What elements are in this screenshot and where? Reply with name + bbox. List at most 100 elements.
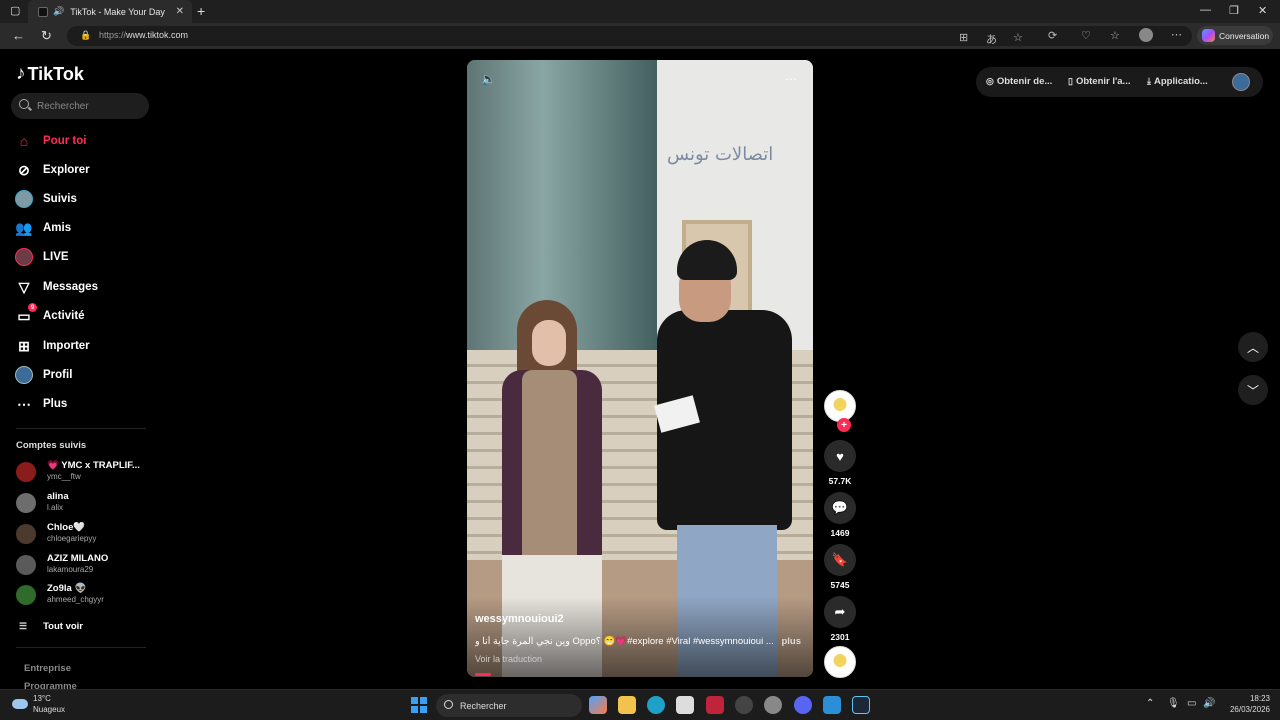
music-disc-avatar[interactable] xyxy=(824,646,856,678)
system-clock[interactable]: 18:23 26/03/2026 xyxy=(1212,694,1270,714)
nav-live[interactable]: LIVE xyxy=(15,246,69,268)
see-translation-link[interactable]: Voir la traduction xyxy=(475,654,542,664)
creator-avatar[interactable]: + xyxy=(824,390,856,432)
profile-avatar-icon[interactable] xyxy=(1139,28,1153,42)
nav-label: Suivis xyxy=(43,193,77,205)
settings-icon[interactable] xyxy=(764,696,782,714)
divider xyxy=(16,428,146,429)
settings-more-icon[interactable]: ⋯ xyxy=(1171,28,1182,41)
download-icon: ⤓ xyxy=(1147,76,1151,86)
nav-label: Activité xyxy=(43,310,85,322)
comment-button[interactable]: 💬 xyxy=(824,492,856,524)
video-actions: + ♥ 57.7K 💬 1469 🔖 5745 ➦ 2301 xyxy=(822,388,858,688)
nav-activity[interactable]: ▭ 9 Activité xyxy=(15,303,85,327)
copilot-conversation-button[interactable]: Conversation xyxy=(1197,26,1273,45)
save-button[interactable]: 🔖 xyxy=(824,544,856,576)
steam-icon[interactable] xyxy=(852,696,870,714)
follow-plus-icon[interactable]: + xyxy=(837,418,851,432)
live-icon xyxy=(15,248,33,266)
copilot-app-icon[interactable] xyxy=(589,696,607,714)
display-icon[interactable]: ▭ xyxy=(1187,698,1196,709)
video-player[interactable]: اتصالات تونس 🔈 ⋯ wessymnouioui2 وين نجي … xyxy=(467,60,813,677)
refresh-icon[interactable]: ↻ xyxy=(41,28,52,44)
minimize-icon[interactable]: — xyxy=(1200,4,1211,16)
nav-following[interactable]: Suivis xyxy=(15,188,77,210)
lock-icon: 🔒 xyxy=(80,30,92,40)
microphone-icon[interactable]: 🎙 xyxy=(1167,698,1180,709)
avatar xyxy=(16,555,36,575)
back-icon[interactable]: ← xyxy=(12,28,25,43)
video-author[interactable]: wessymnouioui2 xyxy=(475,613,564,625)
share-button[interactable]: ➦ xyxy=(824,596,856,628)
avatar xyxy=(16,585,36,605)
nav-explore[interactable]: ⊘ Explorer xyxy=(15,159,90,181)
user-avatar[interactable] xyxy=(1232,73,1250,91)
nav-upload[interactable]: ⊞ Importer xyxy=(15,335,90,357)
taskbar-search-label: Rechercher xyxy=(460,700,507,711)
list-icon: ☰ xyxy=(19,621,28,631)
favorites-icon[interactable]: ☆ xyxy=(1110,29,1120,42)
tab-title: TikTok - Make Your Day xyxy=(70,6,165,17)
window-close-icon[interactable]: ✕ xyxy=(1258,4,1267,17)
tab-actions-icon[interactable]: ▢ xyxy=(10,4,20,17)
search-input[interactable]: Rechercher xyxy=(11,93,149,119)
desktop-app-button[interactable]: ⤓ Applicatio... xyxy=(1147,76,1208,87)
search-icon xyxy=(444,700,453,709)
footer-link-program[interactable]: Programme xyxy=(24,681,77,689)
account-username: l.alix xyxy=(47,503,64,512)
activity-icon: ▭ 9 xyxy=(15,303,37,325)
comment-count: 1469 xyxy=(830,528,850,538)
windows-start-icon[interactable] xyxy=(411,697,427,713)
profile-icon xyxy=(15,366,33,384)
get-app-button[interactable]: ▯ Obtenir l'a... xyxy=(1068,76,1130,87)
mute-icon[interactable]: 🔈 xyxy=(481,72,496,86)
address-bar[interactable]: 🔒 https://www.tiktok.com ⊞ あ ☆ xyxy=(67,26,1192,46)
video-more-icon[interactable]: ⋯ xyxy=(785,72,797,86)
next-video-button[interactable]: ﹀ xyxy=(1238,375,1268,405)
see-all-button[interactable]: ☰ Tout voir xyxy=(19,621,83,632)
nav-profile[interactable]: Profil xyxy=(15,364,72,386)
weather-condition: Nuageux xyxy=(33,705,66,714)
see-more-button[interactable]: plus xyxy=(781,636,801,647)
nav-more[interactable]: ⋯ Plus xyxy=(15,393,67,415)
translate-icon[interactable]: あ xyxy=(986,31,997,47)
discord-icon[interactable] xyxy=(794,696,812,714)
footer-link-company[interactable]: Entreprise xyxy=(24,663,71,674)
show-hidden-icons-icon[interactable]: ⌃ xyxy=(1146,698,1154,709)
new-tab-icon[interactable]: + xyxy=(197,3,205,19)
store-icon[interactable] xyxy=(676,696,694,714)
favorite-star-icon[interactable]: ☆ xyxy=(1013,31,1023,44)
bookmark-icon: 🔖 xyxy=(831,552,849,567)
chevron-up-icon: ︿ xyxy=(1246,340,1259,355)
extensions-icon[interactable]: ⟳ xyxy=(1048,29,1057,42)
copilot-icon xyxy=(1202,29,1215,42)
nav-friends[interactable]: 👥 Amis xyxy=(15,217,71,239)
following-section-title: Comptes suivis xyxy=(16,440,87,451)
browser-toolbar: ← ↻ 🔒 https://www.tiktok.com ⊞ あ ☆ ⟳ ♡ ☆… xyxy=(0,23,1280,49)
friends-icon: 👥 xyxy=(15,219,33,236)
speaker-icon[interactable]: 🔊 xyxy=(53,6,64,17)
home-icon: ⌂ xyxy=(19,133,29,149)
nav-label: Importer xyxy=(43,340,90,352)
photos-icon[interactable] xyxy=(823,696,841,714)
nav-messages[interactable]: ▽ Messages xyxy=(15,276,98,298)
app-icon[interactable] xyxy=(735,696,753,714)
app-icon[interactable] xyxy=(706,696,724,714)
like-button[interactable]: ♥ xyxy=(824,440,856,472)
taskbar-search[interactable]: Rechercher xyxy=(436,694,582,717)
file-explorer-icon[interactable] xyxy=(618,696,636,714)
app-available-icon[interactable]: ⊞ xyxy=(959,31,968,44)
browser-tab[interactable]: 🔊 TikTok - Make Your Day ✕ xyxy=(28,0,192,23)
restore-icon[interactable]: ❐ xyxy=(1229,4,1239,17)
tab-close-icon[interactable]: ✕ xyxy=(176,6,184,17)
account-name: alina xyxy=(47,491,69,502)
get-coins-button[interactable]: ◎ Obtenir de... xyxy=(986,76,1052,87)
nav-for-you[interactable]: ⌂ Pour toi xyxy=(15,130,87,152)
tiktok-logo[interactable]: ♪ TikTok xyxy=(16,63,84,85)
video-progress-bar[interactable] xyxy=(475,673,491,676)
account-username: chloegariepyy xyxy=(47,534,97,543)
get-app-label: Obtenir l'a... xyxy=(1075,76,1131,87)
previous-video-button[interactable]: ︿ xyxy=(1238,332,1268,362)
edge-icon[interactable] xyxy=(647,696,665,714)
browser-essentials-icon[interactable]: ♡ xyxy=(1081,29,1091,42)
